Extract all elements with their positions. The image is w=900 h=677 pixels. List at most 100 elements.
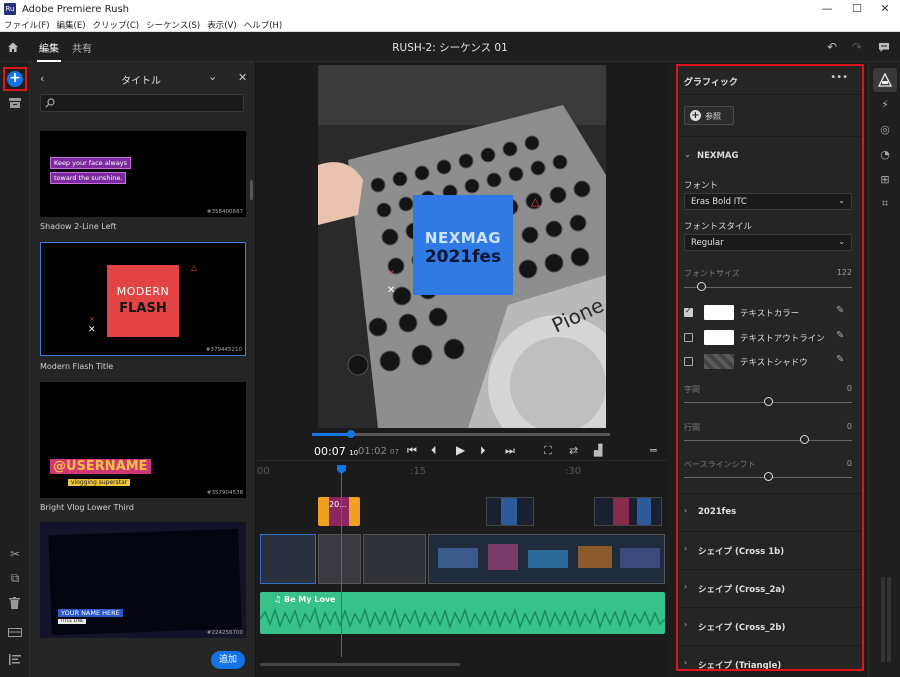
baseline-shift-value: 0 [846,459,852,468]
project-assets-icon[interactable] [9,98,21,108]
go-to-start-icon[interactable]: ⏮ [407,444,417,458]
text-color-checkbox[interactable]: ✓ [684,306,693,317]
baseline-shift-knob[interactable] [764,472,773,481]
leading-knob[interactable] [800,435,809,444]
speed-icon[interactable]: ◔ [878,148,892,162]
timeline-scrollbar[interactable] [260,663,460,666]
timeline-view-icon[interactable] [9,654,21,665]
add-button[interactable]: 追加 [211,651,245,669]
leading-slider[interactable] [684,440,852,441]
maximize-button[interactable]: ☐ [842,0,872,18]
transition-icon[interactable] [8,628,22,637]
title-template-shadow-2-line-left[interactable]: Keep your face always toward the sunshin… [40,131,246,217]
right-tool-strip: ⚡ ◎ ◔ ⊞ ⌗ [868,62,900,677]
preview-scrubber-handle[interactable] [347,430,355,438]
current-time-value: 00:07 [314,445,346,458]
font-style-dropdown[interactable]: Regular ⌄ [684,234,852,251]
template-text-line1: Keep your face always [50,157,132,169]
text-shadow-checkbox[interactable] [684,357,693,366]
overlay-clip-1[interactable] [486,497,534,526]
font-dropdown[interactable]: Eras Bold ITC ⌄ [684,193,852,210]
scrollbar-thumb[interactable] [250,180,253,200]
more-options-icon[interactable]: ═ [650,444,657,457]
delete-icon[interactable] [9,597,20,609]
template-red-square: MODERN FLASH [107,265,179,337]
font-size-knob[interactable] [697,282,706,291]
triangle-shape-icon: △ [531,195,540,208]
text-color-swatch[interactable] [704,305,734,320]
close-panel-icon[interactable]: ✕ [238,71,247,84]
tracking-knob[interactable] [764,397,773,406]
feedback-icon[interactable] [878,42,890,53]
chevron-down-icon[interactable]: ⌄ [208,70,217,83]
menu-clip[interactable]: クリップ(C) [93,19,140,31]
step-forward-icon[interactable]: ⏵ [480,444,486,458]
minimize-button[interactable]: — [812,0,842,18]
menu-view[interactable]: 表示(V) [207,19,236,31]
audio-clip[interactable]: ♫ Be My Love [260,592,665,634]
title-template-bright-vlog-lower-third[interactable]: @USERNAME vlogging superstar #357904538 [40,382,246,498]
eyedropper-icon[interactable]: ✎ [836,330,844,341]
browse-button[interactable]: + 参照 [684,106,734,125]
audio-icon[interactable]: ⊞ [878,173,892,187]
title-graphic-box[interactable]: NEXMAG 2021fes [413,195,513,295]
menu-sequence[interactable]: シーケンス(S) [146,19,200,31]
preview-scrubber[interactable] [312,433,610,436]
font-size-label: フォントサイズ [684,269,740,278]
app-header: 編集 共有 RUSH-2: シーケンス 01 ↶ ↷ [0,32,900,62]
program-monitor[interactable]: Pione NEXMAG 2021fes △ ⨯ ✕ [318,65,606,428]
eyedropper-icon[interactable]: ✎ [836,354,844,365]
close-window-button[interactable]: ✕ [870,0,900,18]
back-chevron-icon[interactable]: ‹ [40,72,44,85]
play-icon[interactable]: ▶ [456,443,465,457]
video-clip-1[interactable] [260,534,316,584]
section-shape-cross-1b[interactable]: › シェイプ (Cross 1b) [678,531,862,568]
search-input[interactable] [40,94,244,112]
split-icon[interactable]: ✂ [7,546,23,562]
video-clip-2[interactable] [318,534,361,584]
undo-icon[interactable]: ↶ [827,40,837,54]
transform-icon[interactable]: ⌗ [878,197,892,211]
section-shape-cross-2b[interactable]: › シェイプ (Cross_2b) [678,607,862,644]
section-shape-cross-2a[interactable]: › シェイプ (Cross_2a) [678,569,862,606]
text-outline-swatch[interactable] [704,330,734,345]
audio-clip-name: Be My Love [283,595,336,604]
section-label: シェイプ (Cross 1b) [698,547,785,557]
aspect-ratio-icon[interactable]: ▟ [594,444,602,457]
title-clip[interactable]: 20... [318,497,360,526]
collapse-chevron-icon[interactable]: ⌄ [684,150,691,159]
go-to-end-icon[interactable]: ⏭ [505,444,515,458]
fit-frame-icon[interactable]: ⛶ [544,444,552,458]
duplicate-icon[interactable]: ⧉ [7,570,23,586]
loop-icon[interactable]: ⇄ [569,444,578,457]
preview-scrubber-progress [312,433,351,436]
effects-icon[interactable]: ⚡ [878,98,892,112]
menu-edit[interactable]: 編集(E) [57,19,86,31]
section-shape-triangle[interactable]: › シェイプ (Triangle) [678,645,862,669]
search-text[interactable] [57,96,237,110]
menu-file[interactable]: ファイル(F) [4,19,50,31]
graphics-icon[interactable] [878,73,892,87]
template-id: #224256700 [206,630,243,636]
step-back-icon[interactable]: ⏴ [431,444,437,458]
title-template-name-lower-third[interactable]: YOUR NAME HERE TITLE LINE #224256700 [40,522,246,638]
color-icon[interactable]: ◎ [878,123,892,137]
template-text-line2: FLASH [119,301,167,316]
current-time-frames: 10 [349,449,359,457]
overlay-clip-2[interactable] [594,497,662,526]
more-menu-icon[interactable]: ••• [830,72,848,83]
text-outline-checkbox[interactable] [684,333,693,342]
template-text-line1: @USERNAME [50,459,151,474]
video-clip-3[interactable] [363,534,426,584]
current-time: 00:07 10 [314,445,358,458]
menu-help[interactable]: ヘルプ(H) [244,19,283,31]
redo-icon[interactable]: ↷ [852,40,862,54]
sequence-title: RUSH-2: シーケンス 01 [392,42,508,54]
add-media-button[interactable]: + [7,71,23,87]
eyedropper-icon[interactable]: ✎ [836,305,844,316]
text-color-label: テキストカラー [740,309,800,319]
title-template-modern-flash[interactable]: MODERN FLASH △ ⨯ ✕ #379445210 [40,242,246,356]
text-shadow-swatch[interactable] [704,354,734,369]
font-size-slider[interactable] [684,287,852,288]
section-2021fes[interactable]: › 2021fes [678,493,862,530]
